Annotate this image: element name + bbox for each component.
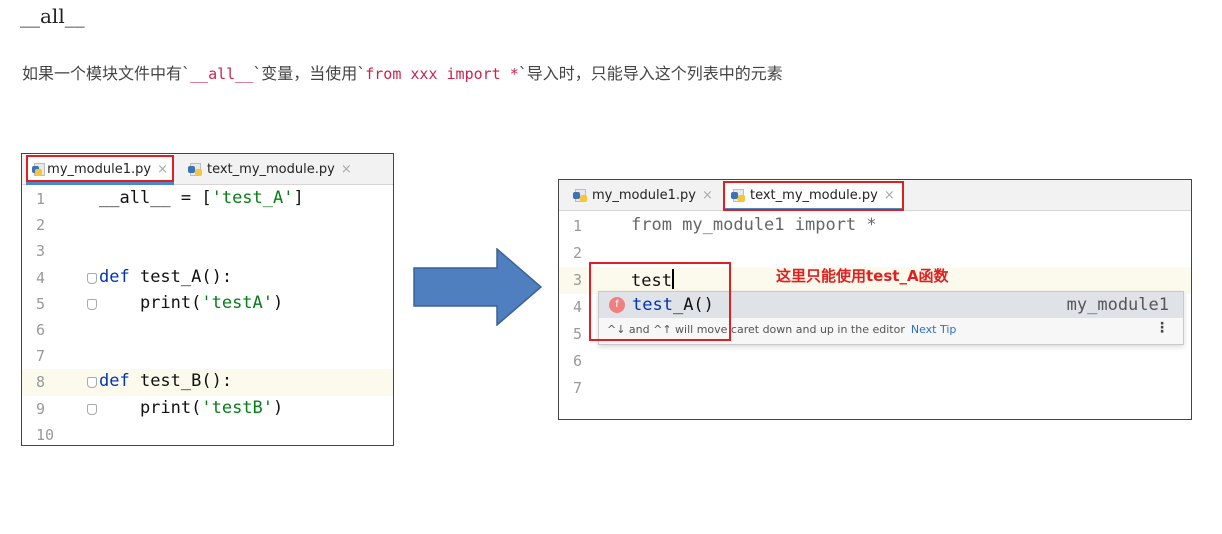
tab-label: text_my_module.py: [207, 161, 335, 177]
line-number: 6: [573, 352, 583, 370]
code-line[interactable]: 8 def test_B():: [22, 369, 393, 396]
description-part3: `导入时，只能导入这个列表中的元素: [518, 64, 783, 83]
close-icon[interactable]: ×: [157, 162, 168, 177]
tab-label: my_module1.py: [592, 187, 696, 203]
code-line[interactable]: 4 def test_A():: [22, 265, 393, 291]
code-line[interactable]: 2: [559, 240, 1191, 267]
code-text: test: [631, 269, 674, 291]
python-file-icon: [188, 162, 202, 176]
line-number: 7: [573, 379, 583, 397]
fold-marker-icon[interactable]: [87, 298, 97, 310]
close-icon[interactable]: ×: [702, 188, 713, 203]
code-line[interactable]: 5 print('testA'): [22, 291, 393, 317]
tab-text-my-module[interactable]: text_my_module.py ×: [725, 180, 903, 211]
completion-item[interactable]: f test_A() my_module1: [599, 292, 1183, 318]
text-caret: [671, 269, 674, 289]
function-icon: f: [609, 297, 625, 313]
description: 如果一个模块文件中有`__all__`变量，当使用`from xxx impor…: [22, 60, 783, 84]
code-line[interactable]: 6: [559, 348, 1191, 375]
left-tab-bar: my_module1.py × text_my_module.py ×: [22, 154, 393, 185]
code-line[interactable]: 7: [22, 343, 393, 369]
code-line[interactable]: 7: [559, 375, 1191, 402]
description-part1: 如果一个模块文件中有`: [22, 64, 191, 83]
completion-popup: f test_A() my_module1 ^↓ and ^↑ will mov…: [598, 291, 1184, 345]
line-number: 8: [36, 373, 46, 392]
line-number: 10: [36, 425, 55, 444]
right-tab-bar: my_module1.py × text_my_module.py ×: [559, 180, 1191, 211]
code-line[interactable]: 1 from my_module1 import *: [559, 213, 1191, 240]
line-number: 4: [36, 268, 46, 287]
fold-marker-icon[interactable]: [87, 403, 97, 415]
arrow-right-icon: [413, 248, 543, 326]
line-number: 7: [36, 347, 46, 366]
completion-rest: _A(): [672, 295, 714, 315]
code-text: def test_A():: [99, 266, 233, 287]
close-icon[interactable]: ×: [884, 188, 895, 203]
code-text: print('testA'): [99, 292, 284, 313]
line-number: 1: [36, 190, 46, 208]
code-line[interactable]: 2: [22, 212, 393, 238]
more-options-icon[interactable]: ⋮: [1155, 320, 1169, 336]
tab-my-module1[interactable]: my_module1.py ×: [567, 180, 719, 210]
line-number: 3: [36, 242, 46, 261]
line-number: 2: [36, 216, 46, 235]
code-text: from my_module1 import *: [631, 215, 877, 235]
tab-text-my-module[interactable]: text_my_module.py ×: [182, 154, 362, 184]
code-text: print('testB'): [99, 397, 284, 418]
description-part2: `变量，当使用`: [253, 64, 366, 83]
close-icon[interactable]: ×: [341, 162, 352, 177]
completion-match: test: [632, 295, 673, 315]
code-text: __all__ = ['test_A']: [99, 188, 304, 208]
code-line[interactable]: 6: [22, 317, 393, 343]
next-tip-link[interactable]: Next Tip: [911, 323, 957, 336]
tab-label: text_my_module.py: [750, 187, 878, 203]
code-line[interactable]: 9 print('testB'): [22, 396, 393, 422]
line-number: 2: [573, 244, 583, 262]
fold-marker-icon[interactable]: [87, 377, 97, 389]
tab-label: my_module1.py: [47, 161, 152, 177]
code-line[interactable]: 3: [22, 238, 393, 264]
line-number: 5: [36, 294, 46, 313]
description-code1: __all__: [190, 65, 254, 83]
code-line[interactable]: 10: [22, 422, 393, 445]
python-file-icon: [573, 188, 587, 202]
annotation-text: 这里只能使用test_A函数: [776, 267, 949, 285]
fold-marker-icon[interactable]: [87, 272, 97, 284]
tab-my-module1[interactable]: my_module1.py ×: [26, 154, 174, 185]
completion-text: test_A(): [632, 295, 714, 315]
line-number: 6: [36, 321, 46, 339]
line-number: 9: [36, 399, 46, 418]
code-line[interactable]: 1 __all__ = ['test_A']: [22, 186, 393, 212]
completion-tip: ^↓ and ^↑ will move caret down and up in…: [607, 323, 956, 336]
left-editor: my_module1.py × text_my_module.py × 1 __a…: [21, 153, 394, 446]
python-file-icon: [731, 188, 745, 202]
tip-text: ^↓ and ^↑ will move caret down and up in…: [607, 323, 905, 336]
code-text: def test_B():: [99, 371, 233, 392]
python-file-icon: [32, 162, 45, 176]
section-heading: __all__: [20, 4, 85, 28]
completion-module: my_module1: [1066, 295, 1169, 315]
line-number: 3: [573, 271, 583, 289]
line-number: 1: [573, 217, 583, 235]
description-code2: from xxx import *: [365, 65, 519, 83]
